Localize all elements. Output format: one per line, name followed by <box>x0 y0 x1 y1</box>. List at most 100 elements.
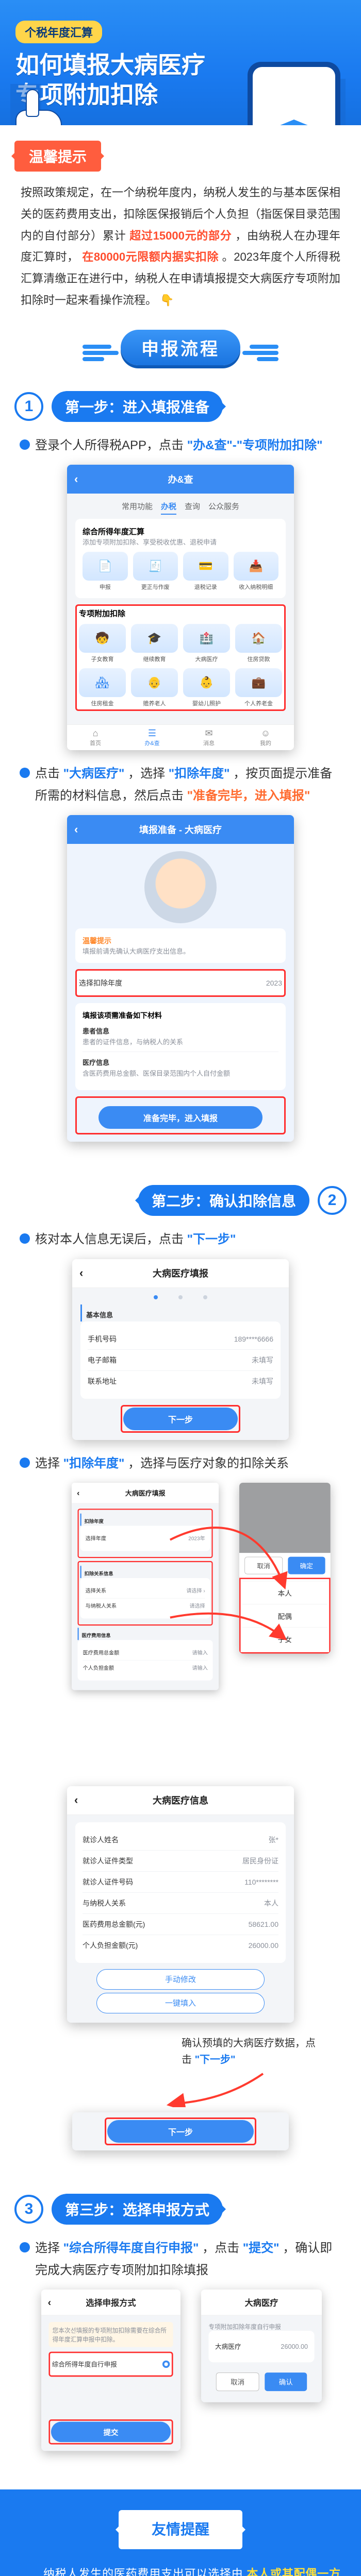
home-icon: ⌂ <box>67 728 124 739</box>
sheet-opt-self[interactable]: 本人 <box>242 1581 327 1604</box>
s3c: ，点击 <box>202 2241 239 2255</box>
back-icon[interactable]: ‹ <box>74 1793 78 1807</box>
radio-checked-icon[interactable] <box>162 2361 170 2368</box>
sheet-opt-child[interactable]: 子女 <box>242 1627 327 1650</box>
s1b2a: 点击 <box>35 767 60 781</box>
prepare-done-button[interactable]: 准备完毕，进入填报 <box>99 1106 262 1129</box>
sheet-cancel-button[interactable]: 取消 <box>245 1556 283 1574</box>
s2b2b: "扣除年度" <box>63 1456 125 1470</box>
m4m0k: 医疗费用总金额 <box>83 1649 120 1656</box>
m4m1v[interactable]: 请输入 <box>192 1664 208 1671</box>
tab-common[interactable]: 常用功能 <box>122 501 153 515</box>
next-button[interactable]: 下一步 <box>107 2120 254 2143</box>
loan-icon[interactable]: 🏠 <box>235 624 282 653</box>
year-value: 2023 <box>266 979 282 987</box>
mock-app-home: ‹ 办&查 常用功能 办税 查询 公众服务 综合所得年度汇算 添加专项附加扣除、… <box>67 465 294 750</box>
process-banner: 申报流程 <box>121 330 240 365</box>
step1-header: 1 第一步：进入填报准备 <box>14 391 347 422</box>
m5t: 大病医疗信息 <box>153 1793 208 1807</box>
service-icon: ☰ <box>124 728 180 739</box>
back-icon[interactable]: ‹ <box>77 1488 79 1498</box>
mock3-sec: 基本信息 <box>80 1304 281 1321</box>
c7: 个人养老金 <box>235 699 282 707</box>
pointing-hand-icon <box>15 89 77 125</box>
manual-edit-button[interactable]: 手动修改 <box>96 1969 265 1990</box>
m4ms: 医疗费用信息 <box>78 1628 213 1640</box>
m4m0v[interactable]: 请输入 <box>192 1649 208 1656</box>
tab-public[interactable]: 公众服务 <box>208 501 239 515</box>
banner-wing-right-icon <box>242 343 278 363</box>
cancel-button[interactable]: 取消 <box>216 2372 259 2391</box>
need1d: 患者的证件信息，与纳税人的关系 <box>83 1037 183 1046</box>
bullet-icon <box>20 768 30 778</box>
mock1-tabs[interactable]: 常用功能 办税 查询 公众服务 <box>75 501 286 515</box>
step1-bullet2: 点击 "大病医疗" ，选择 "扣除年度" ，按页面提示准备所需的材料信息，然后点… <box>20 762 341 807</box>
elder-icon[interactable]: 👴 <box>131 668 178 697</box>
s1b2b: "大病医疗" <box>63 767 125 781</box>
c6: 婴幼儿照护 <box>183 699 230 707</box>
l1: 更正与作废 <box>133 583 178 591</box>
back-icon[interactable]: ‹ <box>79 1266 83 1280</box>
confirm-button[interactable]: 确认 <box>265 2372 307 2391</box>
r0v: 189****6666 <box>234 1335 273 1343</box>
nav-home[interactable]: ⌂首页 <box>67 725 124 750</box>
medical-icon[interactable]: 🏥 <box>183 624 230 653</box>
hero-phone-screen: 税 <box>253 67 335 125</box>
tab-query[interactable]: 查询 <box>185 501 200 515</box>
edu-icon[interactable]: 🧒 <box>79 624 126 653</box>
pension-icon[interactable]: 💼 <box>235 668 282 697</box>
m5r5v: 26000.00 <box>249 1941 278 1950</box>
sheet-opt-spouse[interactable]: 配偶 <box>242 1604 327 1627</box>
m4yk: 选择年度 <box>86 1535 106 1542</box>
refund-icon[interactable]: 💳 <box>183 552 228 581</box>
mock2-topbar: ‹ 填报准备 - 大病医疗 <box>67 815 294 844</box>
mock-declare-mode: ‹选择申报方式 您本次선填报的专项附加扣除需要在综合所得年度汇算申报中扣除。 综… <box>41 2290 180 2451</box>
bullet-icon <box>20 439 30 450</box>
r2v: 未填写 <box>252 1376 273 1386</box>
bullet-icon <box>20 2242 30 2252</box>
mock1-topbar: ‹ 办&查 <box>67 465 294 494</box>
c2: 大病医疗 <box>183 655 230 663</box>
income-icon[interactable]: 📥 <box>234 552 279 581</box>
back-icon[interactable]: ‹ <box>74 823 78 836</box>
mock1-bottom-nav[interactable]: ⌂首页 ☰办&查 ✉消息 ☺我的 <box>67 724 294 750</box>
hero-tag: 个税年度汇算 <box>15 21 102 43</box>
m4r1v[interactable]: 请选择 <box>189 1602 205 1609</box>
down-arrow-icon: 👇 <box>160 294 174 307</box>
sheet-ok-button[interactable]: 确定 <box>288 1556 325 1574</box>
mock1-grid2: 🧒子女教育 🎓继续教育 🏥大病医疗 🏠住房贷款 🏘住房租金 👴赡养老人 👶婴幼儿… <box>79 624 282 707</box>
n2b: "下一步" <box>195 2054 236 2065</box>
step2-note: 确认预填的大病医疗数据，点击 "下一步" <box>182 2035 316 2068</box>
mock-prepare: ‹ 填报准备 - 大病医疗 温馨提示 填报前请先确认大病医疗支出信息。 选择扣除… <box>67 815 294 1142</box>
nav-msg[interactable]: ✉消息 <box>180 725 237 750</box>
tab-ban[interactable]: 办税 <box>161 501 176 515</box>
need1t: 患者信息 <box>83 1026 109 1036</box>
m4t: 大病医疗填报 <box>125 1488 166 1498</box>
baby-icon[interactable]: 👶 <box>183 668 230 697</box>
rent-icon[interactable]: 🏘 <box>79 668 126 697</box>
mock2-hint-hd: 温馨提示 <box>83 936 278 946</box>
c4: 住房租金 <box>79 699 126 707</box>
s3b: "综合所得年度自行申报" <box>63 2241 199 2255</box>
amend-icon[interactable]: 🧾 <box>133 552 178 581</box>
step2-header: 2 第二步：确认扣除信息 <box>14 1185 347 1216</box>
nav-service[interactable]: ☰办&查 <box>124 725 180 750</box>
back-icon[interactable]: ‹ <box>74 472 78 486</box>
m4r0v[interactable]: 请选择 › <box>186 1587 205 1594</box>
nav-mine[interactable]: ☺我的 <box>237 725 294 750</box>
mock1-card1-hd: 综合所得年度汇算 <box>83 526 278 537</box>
next-button[interactable]: 下一步 <box>123 1408 238 1430</box>
submit-button[interactable]: 提交 <box>51 2422 171 2443</box>
declare-icon[interactable]: 📄 <box>83 552 128 581</box>
mock2-year-box[interactable]: 选择扣除年度2023 <box>75 969 286 997</box>
mock2-hint: 填报前请先确认大病医疗支出信息。 <box>83 946 278 956</box>
back-icon[interactable]: ‹ <box>48 2296 52 2308</box>
m7sec: 专项附加扣除年度自行申报 <box>208 2322 314 2331</box>
mock1-card2-hd: 专项附加扣除 <box>79 608 282 619</box>
cont-edu-icon[interactable]: 🎓 <box>131 624 178 653</box>
mock-medical-info: ‹大病医疗信息 就诊人姓名张* 就诊人证件类型居民身份证 就诊人证件号码110*… <box>67 1786 294 2023</box>
m4rs: 扣除关系信息 <box>80 1566 210 1578</box>
m6radio[interactable]: 综合所得年度自行申报 <box>52 2360 117 2369</box>
warm-tip-ribbon: 温馨提示 <box>14 141 101 172</box>
auto-fill-button[interactable]: 一键填入 <box>96 1993 265 2013</box>
